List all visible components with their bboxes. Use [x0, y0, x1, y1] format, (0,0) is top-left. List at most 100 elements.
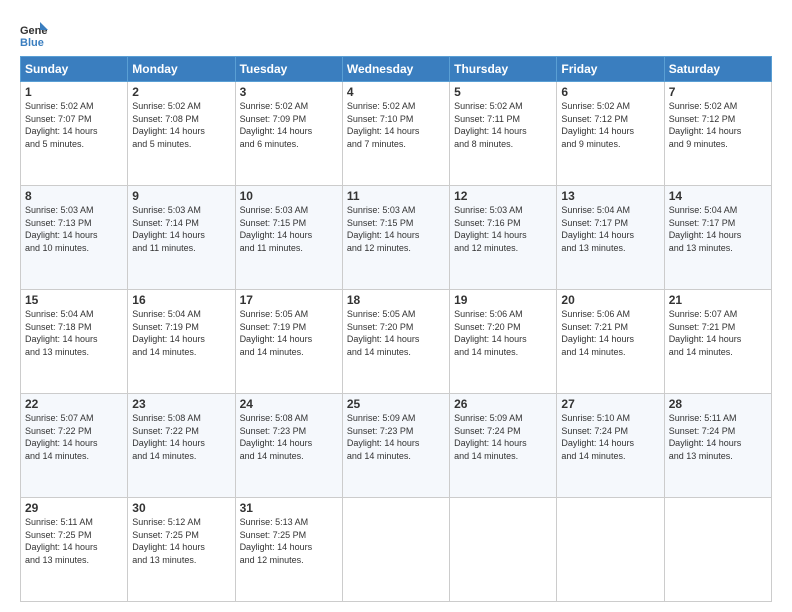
header-cell-wednesday: Wednesday — [342, 57, 449, 82]
day-info: Sunrise: 5:03 AM Sunset: 7:16 PM Dayligh… — [454, 204, 552, 254]
day-cell: 24Sunrise: 5:08 AM Sunset: 7:23 PM Dayli… — [235, 394, 342, 498]
week-row-2: 8Sunrise: 5:03 AM Sunset: 7:13 PM Daylig… — [21, 186, 772, 290]
day-number: 23 — [132, 397, 230, 411]
day-cell: 2Sunrise: 5:02 AM Sunset: 7:08 PM Daylig… — [128, 82, 235, 186]
day-cell: 22Sunrise: 5:07 AM Sunset: 7:22 PM Dayli… — [21, 394, 128, 498]
day-cell: 29Sunrise: 5:11 AM Sunset: 7:25 PM Dayli… — [21, 498, 128, 602]
day-cell: 19Sunrise: 5:06 AM Sunset: 7:20 PM Dayli… — [450, 290, 557, 394]
day-number: 26 — [454, 397, 552, 411]
day-number: 22 — [25, 397, 123, 411]
day-cell: 20Sunrise: 5:06 AM Sunset: 7:21 PM Dayli… — [557, 290, 664, 394]
day-cell — [557, 498, 664, 602]
day-number: 30 — [132, 501, 230, 515]
day-info: Sunrise: 5:12 AM Sunset: 7:25 PM Dayligh… — [132, 516, 230, 566]
day-info: Sunrise: 5:02 AM Sunset: 7:11 PM Dayligh… — [454, 100, 552, 150]
day-number: 4 — [347, 85, 445, 99]
header-cell-tuesday: Tuesday — [235, 57, 342, 82]
day-info: Sunrise: 5:13 AM Sunset: 7:25 PM Dayligh… — [240, 516, 338, 566]
day-cell: 27Sunrise: 5:10 AM Sunset: 7:24 PM Dayli… — [557, 394, 664, 498]
week-row-1: 1Sunrise: 5:02 AM Sunset: 7:07 PM Daylig… — [21, 82, 772, 186]
day-info: Sunrise: 5:07 AM Sunset: 7:22 PM Dayligh… — [25, 412, 123, 462]
calendar-body: 1Sunrise: 5:02 AM Sunset: 7:07 PM Daylig… — [21, 82, 772, 602]
day-info: Sunrise: 5:05 AM Sunset: 7:20 PM Dayligh… — [347, 308, 445, 358]
calendar-table: SundayMondayTuesdayWednesdayThursdayFrid… — [20, 56, 772, 602]
day-info: Sunrise: 5:10 AM Sunset: 7:24 PM Dayligh… — [561, 412, 659, 462]
day-info: Sunrise: 5:03 AM Sunset: 7:15 PM Dayligh… — [347, 204, 445, 254]
header-row: SundayMondayTuesdayWednesdayThursdayFrid… — [21, 57, 772, 82]
day-number: 8 — [25, 189, 123, 203]
day-cell: 4Sunrise: 5:02 AM Sunset: 7:10 PM Daylig… — [342, 82, 449, 186]
day-cell — [664, 498, 771, 602]
day-cell: 16Sunrise: 5:04 AM Sunset: 7:19 PM Dayli… — [128, 290, 235, 394]
day-info: Sunrise: 5:06 AM Sunset: 7:21 PM Dayligh… — [561, 308, 659, 358]
day-info: Sunrise: 5:02 AM Sunset: 7:07 PM Dayligh… — [25, 100, 123, 150]
day-info: Sunrise: 5:11 AM Sunset: 7:24 PM Dayligh… — [669, 412, 767, 462]
day-info: Sunrise: 5:02 AM Sunset: 7:12 PM Dayligh… — [561, 100, 659, 150]
day-cell: 18Sunrise: 5:05 AM Sunset: 7:20 PM Dayli… — [342, 290, 449, 394]
day-info: Sunrise: 5:03 AM Sunset: 7:13 PM Dayligh… — [25, 204, 123, 254]
day-info: Sunrise: 5:02 AM Sunset: 7:08 PM Dayligh… — [132, 100, 230, 150]
day-info: Sunrise: 5:03 AM Sunset: 7:14 PM Dayligh… — [132, 204, 230, 254]
day-cell — [450, 498, 557, 602]
week-row-4: 22Sunrise: 5:07 AM Sunset: 7:22 PM Dayli… — [21, 394, 772, 498]
logo: General Blue — [20, 20, 52, 48]
day-number: 11 — [347, 189, 445, 203]
day-cell: 3Sunrise: 5:02 AM Sunset: 7:09 PM Daylig… — [235, 82, 342, 186]
day-number: 14 — [669, 189, 767, 203]
svg-text:Blue: Blue — [20, 37, 44, 48]
day-number: 25 — [347, 397, 445, 411]
day-cell: 7Sunrise: 5:02 AM Sunset: 7:12 PM Daylig… — [664, 82, 771, 186]
day-info: Sunrise: 5:04 AM Sunset: 7:19 PM Dayligh… — [132, 308, 230, 358]
day-number: 5 — [454, 85, 552, 99]
week-row-5: 29Sunrise: 5:11 AM Sunset: 7:25 PM Dayli… — [21, 498, 772, 602]
day-number: 6 — [561, 85, 659, 99]
day-number: 21 — [669, 293, 767, 307]
day-cell: 26Sunrise: 5:09 AM Sunset: 7:24 PM Dayli… — [450, 394, 557, 498]
day-info: Sunrise: 5:04 AM Sunset: 7:17 PM Dayligh… — [669, 204, 767, 254]
day-cell: 17Sunrise: 5:05 AM Sunset: 7:19 PM Dayli… — [235, 290, 342, 394]
day-number: 13 — [561, 189, 659, 203]
day-info: Sunrise: 5:03 AM Sunset: 7:15 PM Dayligh… — [240, 204, 338, 254]
day-info: Sunrise: 5:02 AM Sunset: 7:12 PM Dayligh… — [669, 100, 767, 150]
day-info: Sunrise: 5:11 AM Sunset: 7:25 PM Dayligh… — [25, 516, 123, 566]
day-cell: 13Sunrise: 5:04 AM Sunset: 7:17 PM Dayli… — [557, 186, 664, 290]
day-cell: 5Sunrise: 5:02 AM Sunset: 7:11 PM Daylig… — [450, 82, 557, 186]
day-number: 24 — [240, 397, 338, 411]
day-info: Sunrise: 5:04 AM Sunset: 7:17 PM Dayligh… — [561, 204, 659, 254]
header-cell-monday: Monday — [128, 57, 235, 82]
day-number: 16 — [132, 293, 230, 307]
day-number: 27 — [561, 397, 659, 411]
day-cell: 9Sunrise: 5:03 AM Sunset: 7:14 PM Daylig… — [128, 186, 235, 290]
day-cell: 11Sunrise: 5:03 AM Sunset: 7:15 PM Dayli… — [342, 186, 449, 290]
day-cell: 8Sunrise: 5:03 AM Sunset: 7:13 PM Daylig… — [21, 186, 128, 290]
week-row-3: 15Sunrise: 5:04 AM Sunset: 7:18 PM Dayli… — [21, 290, 772, 394]
day-cell: 23Sunrise: 5:08 AM Sunset: 7:22 PM Dayli… — [128, 394, 235, 498]
day-cell: 25Sunrise: 5:09 AM Sunset: 7:23 PM Dayli… — [342, 394, 449, 498]
day-cell: 21Sunrise: 5:07 AM Sunset: 7:21 PM Dayli… — [664, 290, 771, 394]
day-cell: 30Sunrise: 5:12 AM Sunset: 7:25 PM Dayli… — [128, 498, 235, 602]
day-info: Sunrise: 5:08 AM Sunset: 7:22 PM Dayligh… — [132, 412, 230, 462]
day-number: 29 — [25, 501, 123, 515]
day-info: Sunrise: 5:05 AM Sunset: 7:19 PM Dayligh… — [240, 308, 338, 358]
day-number: 20 — [561, 293, 659, 307]
day-number: 28 — [669, 397, 767, 411]
calendar-header: SundayMondayTuesdayWednesdayThursdayFrid… — [21, 57, 772, 82]
day-info: Sunrise: 5:09 AM Sunset: 7:24 PM Dayligh… — [454, 412, 552, 462]
day-cell: 28Sunrise: 5:11 AM Sunset: 7:24 PM Dayli… — [664, 394, 771, 498]
day-cell: 14Sunrise: 5:04 AM Sunset: 7:17 PM Dayli… — [664, 186, 771, 290]
day-cell: 12Sunrise: 5:03 AM Sunset: 7:16 PM Dayli… — [450, 186, 557, 290]
day-info: Sunrise: 5:08 AM Sunset: 7:23 PM Dayligh… — [240, 412, 338, 462]
page: General Blue SundayMondayTuesdayWednesda… — [0, 0, 792, 612]
header-cell-sunday: Sunday — [21, 57, 128, 82]
day-cell: 6Sunrise: 5:02 AM Sunset: 7:12 PM Daylig… — [557, 82, 664, 186]
day-number: 18 — [347, 293, 445, 307]
day-info: Sunrise: 5:02 AM Sunset: 7:09 PM Dayligh… — [240, 100, 338, 150]
day-info: Sunrise: 5:04 AM Sunset: 7:18 PM Dayligh… — [25, 308, 123, 358]
day-cell: 1Sunrise: 5:02 AM Sunset: 7:07 PM Daylig… — [21, 82, 128, 186]
day-number: 9 — [132, 189, 230, 203]
day-info: Sunrise: 5:09 AM Sunset: 7:23 PM Dayligh… — [347, 412, 445, 462]
day-number: 7 — [669, 85, 767, 99]
day-number: 17 — [240, 293, 338, 307]
day-cell: 31Sunrise: 5:13 AM Sunset: 7:25 PM Dayli… — [235, 498, 342, 602]
day-info: Sunrise: 5:06 AM Sunset: 7:20 PM Dayligh… — [454, 308, 552, 358]
